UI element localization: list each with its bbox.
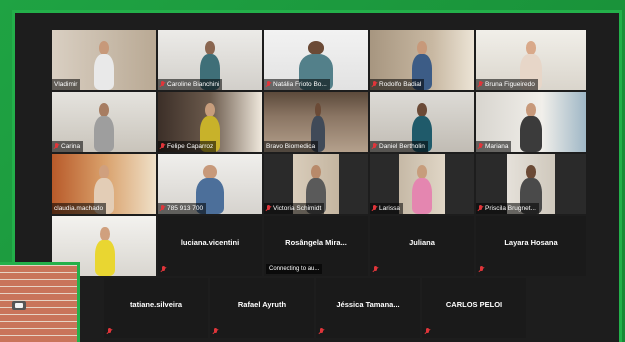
participant-name: Juliana [409, 238, 435, 247]
participant-name-tag: Natália Frioto Bo... [264, 79, 330, 90]
video-tile[interactable]: Larissa [370, 154, 474, 214]
muted-mic-icon [266, 81, 271, 88]
participant-name-tag: Bruna Figueiredo [476, 79, 538, 90]
self-view-video[interactable] [0, 262, 80, 342]
participant-name-tag: Bravo Biomedica [264, 141, 319, 152]
muted-mic-icon [160, 81, 165, 88]
participant-video [92, 102, 117, 152]
muted-mic-icon [478, 81, 483, 88]
video-tile[interactable]: Vladimir [52, 30, 156, 90]
muted-mic-icon [479, 266, 484, 273]
participant-name-tag: 785 913 700 [158, 203, 207, 214]
participant-name-tag: Rodolfo Badial [370, 79, 425, 90]
audio-only-tile[interactable]: tatiane.silveira [104, 278, 208, 338]
audio-only-tile[interactable]: Rafael Ayruth [210, 278, 314, 338]
video-tile[interactable]: Caroline Bianchini [158, 30, 262, 90]
audio-only-tile[interactable]: luciana.vicentini [158, 216, 262, 276]
connecting-status: Connecting to au... [266, 264, 323, 274]
participant-name-tag: Caroline Bianchini [158, 79, 223, 90]
muted-mic-icon [319, 328, 324, 335]
participant-name: CARLOS PELOI [445, 300, 503, 309]
video-tile[interactable]: Mariana [476, 92, 586, 152]
audio-only-tile[interactable]: CARLOS PELOI [422, 278, 526, 338]
audio-only-tile[interactable]: Layara Hosana [476, 216, 586, 276]
video-tile[interactable]: Carina [52, 92, 156, 152]
participant-name-tag: Vladimir [52, 79, 81, 90]
video-tile[interactable]: Bruna Figueiredo [476, 30, 586, 90]
participant-name-tag: Larissa [370, 203, 403, 214]
participant-name-tag: Priscila Brugnet... [476, 203, 539, 214]
participant-name: Jéssica Tamana... [336, 300, 400, 309]
video-tile[interactable]: Felipe Caparroz [158, 92, 262, 152]
muted-mic-icon [478, 143, 483, 150]
participant-name-tag: Mariana [476, 141, 512, 152]
video-tile[interactable]: 785 913 700 [158, 154, 262, 214]
muted-mic-icon [54, 143, 59, 150]
participant-video [94, 226, 117, 276]
video-tile[interactable]: Priscila Brugnet... [476, 154, 586, 214]
participant-video [518, 102, 544, 152]
participant-video [410, 164, 435, 214]
muted-mic-icon [372, 143, 377, 150]
muted-mic-icon [372, 205, 377, 212]
video-tile[interactable]: Victoria Schimidt [264, 154, 368, 214]
participant-name: Rafael Ayruth [237, 300, 287, 309]
participant-name: Rosângela Mira... [285, 238, 347, 247]
video-tile[interactable]: claudia.machado [52, 154, 156, 214]
muted-mic-icon [213, 328, 218, 335]
video-tile[interactable]: Rodolfo Badial [370, 30, 474, 90]
muted-mic-icon [372, 81, 377, 88]
video-tile[interactable]: Daniel Bertholin [370, 92, 474, 152]
participant-name: tatiane.silveira [129, 300, 183, 309]
participant-name-tag: Daniel Bertholin [370, 141, 428, 152]
participant-video [92, 40, 117, 90]
participant-name-tag: Victoria Schimidt [264, 203, 325, 214]
muted-mic-icon [266, 205, 271, 212]
video-tile-active-speaker[interactable]: Bravo Biomedica [264, 92, 368, 152]
participant-name: Layara Hosana [504, 238, 558, 247]
muted-mic-icon [425, 328, 430, 335]
muted-mic-icon [478, 205, 483, 212]
muted-mic-icon [160, 143, 165, 150]
video-tile[interactable]: Natália Frioto Bo... [264, 30, 368, 90]
audio-only-tile[interactable]: Jéssica Tamana... [316, 278, 420, 338]
participant-name-tag: Carina [52, 141, 84, 152]
participant-name-tag: Felipe Caparroz [158, 141, 217, 152]
muted-mic-icon [160, 205, 165, 212]
participant-name: luciana.vicentini [180, 238, 240, 247]
audio-only-tile[interactable]: Juliana [370, 216, 474, 276]
audio-only-tile[interactable]: Rosângela Mira... Connecting to au... [264, 216, 368, 276]
ceiling-lamp [12, 301, 26, 310]
muted-mic-icon [161, 266, 166, 273]
muted-mic-icon [107, 328, 112, 335]
participant-name-tag: claudia.machado [52, 203, 107, 214]
muted-mic-icon [373, 266, 378, 273]
